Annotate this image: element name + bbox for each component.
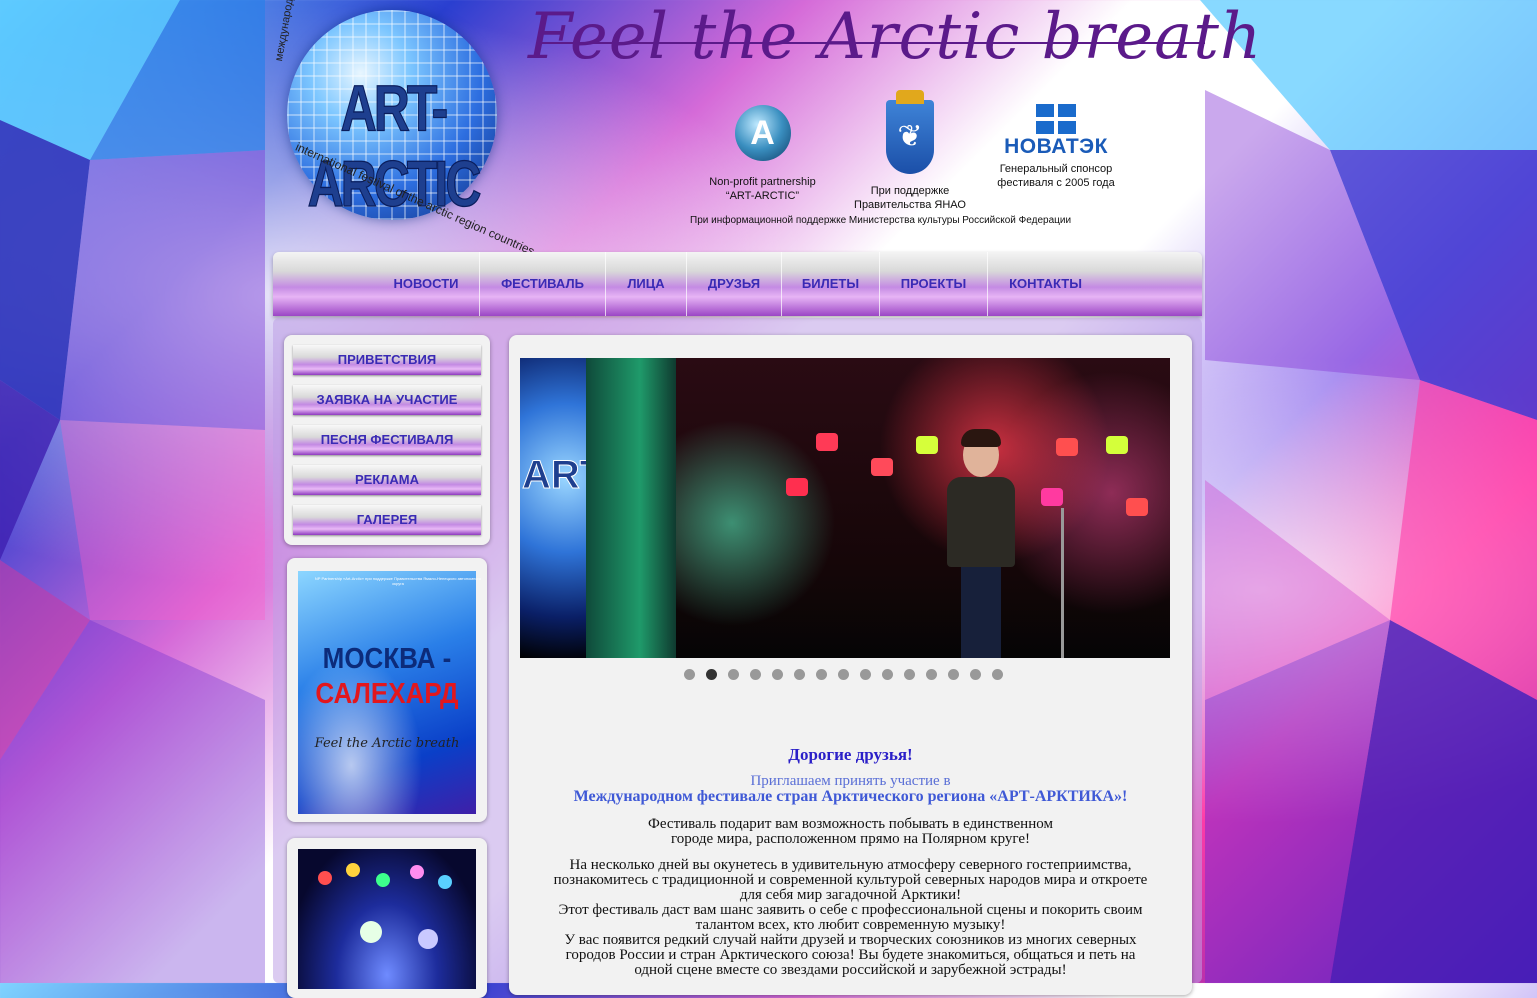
nav-item-faces[interactable]: ЛИЦА <box>606 252 687 316</box>
stage-performance-photo[interactable] <box>298 849 476 989</box>
sponsor-art-arctic[interactable]: A Non-profit partnership “ART-ARCTIC” <box>690 105 835 203</box>
sponsor-line1: При поддержке <box>870 185 950 197</box>
sponsor-line2: Правительства ЯНАО <box>854 199 966 211</box>
greeting-heading: Дорогие друзья! <box>788 745 913 764</box>
slider-dot[interactable] <box>838 669 849 680</box>
slider-dot[interactable] <box>970 669 981 680</box>
yamal-crest-icon: ❦ <box>886 90 934 174</box>
logo-text: ART-ARCTIC <box>307 71 482 221</box>
sponsor-line1: Генеральный спонсор <box>999 163 1113 175</box>
slider-dot[interactable] <box>772 669 783 680</box>
poster-title-salekhard: САЛЕХАРД <box>315 676 459 710</box>
mic-stand <box>1061 508 1064 658</box>
slide-singer-photo <box>586 358 1170 658</box>
art-arctic-logo-icon: A <box>734 105 791 161</box>
paragraph-1: Фестиваль подарит вам возможность побыва… <box>648 816 1053 847</box>
slider-dot[interactable] <box>728 669 739 680</box>
slide-preview-logo: ART <box>520 358 605 658</box>
sidebar-item-advertising[interactable]: РЕКЛАМА <box>293 465 481 495</box>
sponsor-novatek[interactable]: НОВАТЭК Генеральный спонсор фестиваля с … <box>985 104 1127 190</box>
sidebar-poster-box: NP Partnership «Art-Arctic» при поддержк… <box>287 558 487 822</box>
slider-dot[interactable] <box>750 669 761 680</box>
poster-tagline: Feel the Arctic breath <box>314 736 460 751</box>
image-slider[interactable]: ART <box>520 358 1170 658</box>
sponsor-line2: “ART-ARCTIC” <box>725 190 800 202</box>
nav-item-contacts[interactable]: КОНТАКТЫ <box>988 252 1103 316</box>
singer-figure <box>941 429 1021 658</box>
main-nav: НОВОСТИ ФЕСТИВАЛЬ ЛИЦА ДРУЗЬЯ БИЛЕТЫ ПРО… <box>273 252 1202 316</box>
stage-drape <box>586 358 676 658</box>
slider-dot[interactable] <box>948 669 959 680</box>
invite-line2: Международном фестивале стран Арктическо… <box>573 788 1128 805</box>
content-panel: ART Дорогие друзья! Приглашаем принять у… <box>509 335 1192 995</box>
sidebar-item-application[interactable]: ЗАЯВКА НА УЧАСТИЕ <box>293 385 481 415</box>
sidebar-menu: ПРИВЕТСТВИЯ ЗАЯВКА НА УЧАСТИЕ ПЕСНЯ ФЕСТ… <box>284 335 490 545</box>
slider-dot[interactable] <box>904 669 915 680</box>
slider-dot[interactable] <box>992 669 1003 680</box>
moscow-salekhard-poster[interactable]: NP Partnership «Art-Arctic» при поддержк… <box>298 571 481 814</box>
slider-dot[interactable] <box>926 669 937 680</box>
novatek-brand: НОВАТЭК <box>1004 135 1108 158</box>
sidebar-item-gallery[interactable]: ГАЛЕРЕЯ <box>293 505 481 535</box>
poster-title-moscow: МОСКВА - <box>322 641 452 675</box>
paragraph-2: На несколько дней вы окунетесь в удивите… <box>553 857 1148 978</box>
tagline-underline <box>540 42 1205 44</box>
slider-dot[interactable] <box>882 669 893 680</box>
sponsor-line2: фестиваля с 2005 года <box>997 177 1115 189</box>
sidebar-photo-box <box>287 838 487 998</box>
nav-item-friends[interactable]: ДРУЗЬЯ <box>687 252 782 316</box>
slider-dot[interactable] <box>860 669 871 680</box>
poster-small-text: NP Partnership «Art-Arctic» при поддержк… <box>314 576 482 586</box>
nav-item-tickets[interactable]: БИЛЕТЫ <box>782 252 880 316</box>
slider-dot[interactable] <box>794 669 805 680</box>
slider-dot[interactable] <box>684 669 695 680</box>
sponsor-line1: Non-profit partnership <box>709 176 816 188</box>
info-support-text: При информационной поддержке Министерств… <box>690 215 1072 226</box>
sidebar-item-greetings[interactable]: ПРИВЕТСТВИЯ <box>293 345 481 375</box>
nav-item-projects[interactable]: ПРОЕКТЫ <box>880 252 988 316</box>
nav-item-festival[interactable]: ФЕСТИВАЛЬ <box>480 252 606 316</box>
sponsor-yanao[interactable]: ❦ При поддержке Правительства ЯНАО <box>840 90 980 212</box>
festival-logo[interactable]: ART-ARCTIC международный фестиваль стран… <box>265 0 537 258</box>
slider-dot[interactable] <box>706 669 717 680</box>
sidebar-item-festival-song[interactable]: ПЕСНЯ ФЕСТИВАЛЯ <box>293 425 481 455</box>
novatek-logo-icon <box>1036 104 1076 134</box>
nav-item-news[interactable]: НОВОСТИ <box>373 252 480 316</box>
slider-dot[interactable] <box>816 669 827 680</box>
tagline: Feel the Arctic breath <box>528 0 1263 74</box>
